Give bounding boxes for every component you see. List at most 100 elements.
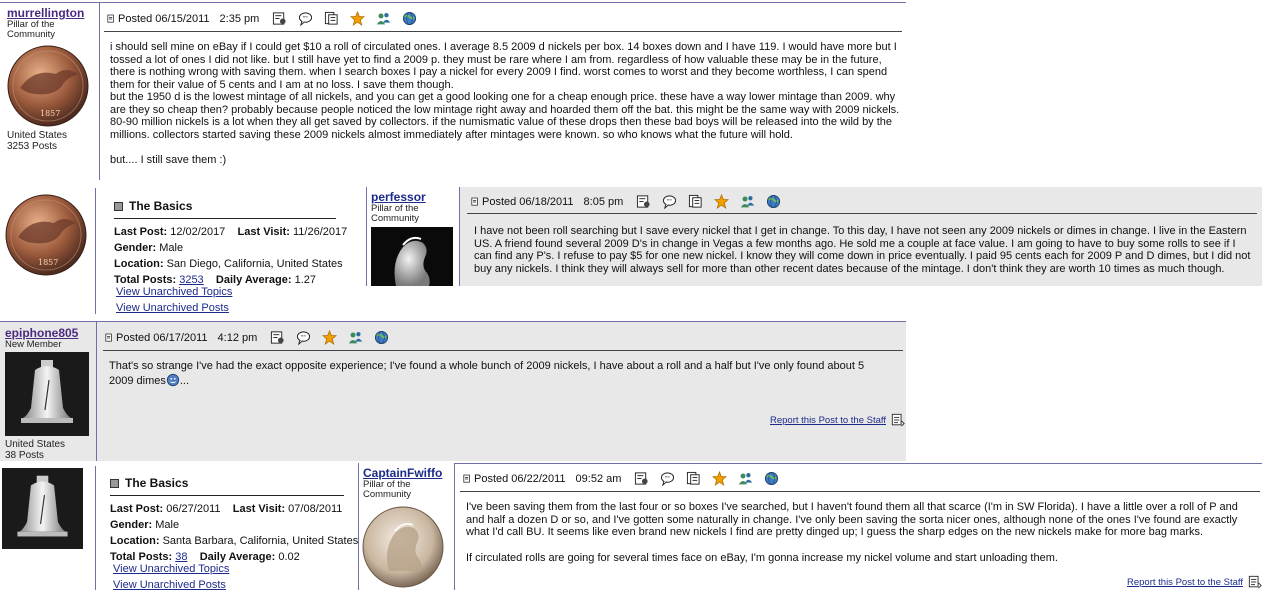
mercury-dime-avatar[interactable] [371, 227, 453, 286]
post-time: 2:35 pm [219, 12, 260, 25]
quote-icon[interactable] [662, 194, 677, 209]
label: Last Post: [110, 503, 164, 515]
post-header-rule [460, 491, 1260, 492]
star-icon[interactable] [322, 330, 337, 345]
buddy-icon[interactable] [376, 11, 391, 26]
post-paragraph: but the 1950 d is the lowest mintage of … [110, 91, 900, 141]
user-rank: Pillar of the Community [7, 19, 56, 40]
profile-icon[interactable] [270, 330, 285, 345]
view-unarchived-topics-link[interactable]: View Unarchived Topics [116, 284, 232, 300]
basics-links: View Unarchived Topics View Unarchived P… [116, 284, 232, 316]
globe-icon[interactable] [402, 11, 417, 26]
buddy-icon[interactable] [740, 194, 755, 209]
post-divider [0, 321, 906, 322]
basics-panel: The Basics Last Post: 12/02/2017 Last Vi… [114, 199, 347, 288]
edit-icon[interactable] [688, 194, 703, 209]
flying-eagle-cent-avatar[interactable]: 1857 [6, 44, 90, 128]
post-date: Posted 06/22/2011 [474, 472, 566, 485]
liberty-bell-avatar[interactable] [2, 468, 83, 549]
user-rank: New Member [5, 339, 62, 350]
basics-gender: Gender: Male [110, 517, 344, 533]
post-time: 09:52 am [575, 472, 622, 485]
post-author: murrellington Pillar of the Community [7, 6, 84, 40]
basics-divider [95, 466, 96, 590]
label: Last Post: [114, 226, 168, 238]
label: Gender: [114, 242, 157, 254]
basics-title: The Basics [114, 199, 336, 213]
globe-icon[interactable] [764, 471, 779, 486]
bullet-icon [114, 201, 123, 211]
value: Santa Barbara, California, United States [162, 535, 359, 547]
value: 12/02/2017 [170, 226, 226, 238]
post-doc-icon [106, 11, 116, 26]
label: Last Visit: [232, 503, 286, 515]
report-post-link[interactable]: Report this Post to the Staff [770, 413, 905, 427]
basics-title-text: The Basics [125, 476, 189, 490]
star-icon[interactable] [350, 11, 365, 26]
quote-icon[interactable] [298, 11, 313, 26]
quote-icon[interactable] [296, 330, 311, 345]
basics-divider [95, 188, 96, 314]
view-unarchived-posts-link[interactable]: View Unarchived Posts [116, 300, 232, 316]
profile-icon[interactable] [634, 471, 649, 486]
basics-links: View Unarchived Topics View Unarchived P… [113, 561, 229, 593]
user-location: United States [7, 130, 68, 141]
buddy-icon[interactable] [348, 330, 363, 345]
star-icon[interactable] [714, 194, 729, 209]
view-unarchived-posts-link[interactable]: View Unarchived Posts [113, 577, 229, 593]
buddy-icon[interactable] [738, 471, 753, 486]
post-body: That's so strange I've had the exact opp… [109, 360, 881, 387]
basics-location: Location: Santa Barbara, California, Uni… [110, 533, 358, 549]
post-doc-icon [104, 330, 114, 345]
quote-icon[interactable] [660, 471, 675, 486]
username-link[interactable]: perfessor [371, 190, 431, 204]
username-link[interactable]: CaptainFwiffo [363, 466, 442, 480]
mercury-dime-avatar[interactable] [361, 505, 445, 589]
edit-icon[interactable] [324, 11, 339, 26]
globe-icon[interactable] [766, 194, 781, 209]
user-location: United States [5, 439, 66, 450]
bullet-icon [110, 478, 119, 488]
svg-text:1857: 1857 [38, 258, 58, 267]
post-divider [366, 187, 367, 286]
post-body: I've been saving them from the last four… [466, 501, 1252, 564]
post-header: Posted 06/18/2011 8:05 pm [470, 194, 792, 209]
post-author: perfessor Pillar of the Community [371, 190, 431, 224]
username-link[interactable]: murrellington [7, 6, 84, 20]
post-paragraph: but.... I still save them :) [110, 154, 227, 166]
value: 07/08/2011 [288, 503, 343, 515]
globe-icon[interactable] [374, 330, 389, 345]
basics-last-post: Last Post: 12/02/2017 Last Visit: 11/26/… [114, 224, 347, 240]
star-icon[interactable] [712, 471, 727, 486]
basics-title: The Basics [110, 476, 344, 490]
report-icon [891, 413, 905, 427]
username-link[interactable]: epiphone805 [5, 326, 78, 340]
profile-icon[interactable] [272, 11, 287, 26]
post-header-rule [104, 31, 902, 32]
user-post-count: 3253 Posts [7, 141, 58, 152]
post-header-rule [467, 213, 1257, 214]
basics-rule [114, 218, 336, 219]
report-text: Report this Post to the Staff [770, 414, 886, 426]
post-divider [99, 2, 100, 180]
post-header: Posted 06/22/2011 09:52 am [462, 471, 790, 486]
post-text: That's so strange I've had the exact opp… [109, 360, 865, 387]
basics-gender: Gender: Male [114, 240, 336, 256]
edit-icon[interactable] [686, 471, 701, 486]
flying-eagle-cent-avatar[interactable]: 1857 [4, 193, 88, 277]
post-body: I have not been roll searching but I sav… [474, 225, 1251, 275]
view-unarchived-topics-link[interactable]: View Unarchived Topics [113, 561, 229, 577]
report-post-link[interactable]: Report this Post to the Staff [1127, 575, 1262, 589]
post-header: Posted 06/15/2011 2:35 pm [106, 11, 428, 26]
post-divider [454, 463, 455, 590]
post-doc-icon [462, 471, 472, 486]
post-author: CaptainFwiffo Pillar of the Community [363, 466, 442, 500]
profile-icon[interactable] [636, 194, 651, 209]
value: San Diego, California, United States [166, 258, 343, 270]
post-date: Posted 06/17/2011 [116, 331, 208, 344]
svg-text:1857: 1857 [40, 109, 60, 118]
user-rank: Pillar of the Community [371, 203, 420, 224]
emoticon-icon [166, 373, 180, 387]
liberty-bell-avatar[interactable] [5, 352, 89, 436]
post-date: Posted 06/15/2011 [118, 12, 210, 25]
